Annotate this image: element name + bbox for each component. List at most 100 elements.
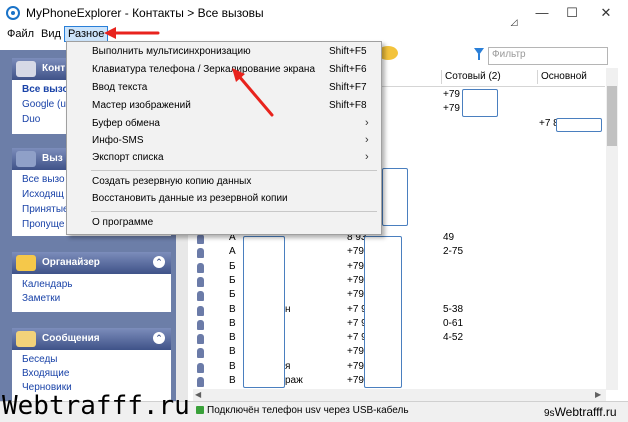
cell-mobile2: 5-38 <box>443 303 464 315</box>
sidebar-item-conversations[interactable]: Беседы <box>22 354 58 365</box>
contact-person-icon <box>197 234 204 244</box>
menu-bar: Файл Вид Разное <box>0 26 628 42</box>
menu-item-image-wizard[interactable]: Мастер изображений Shift+F8 <box>67 98 381 115</box>
filter-icon[interactable] <box>474 48 484 60</box>
scroll-right-icon[interactable]: ▶ <box>595 390 601 399</box>
phone-icon <box>16 151 36 167</box>
contact-person-icon <box>197 276 204 287</box>
cell-name-suffix: раж <box>285 375 303 386</box>
panel-organizer: Органайзер ⌃ Календарь Заметки <box>12 252 171 312</box>
cell-name: В <box>229 360 236 372</box>
cell-mobile2: 0-61 <box>443 317 464 329</box>
contact-person-icon <box>197 377 204 387</box>
sidebar-item-calendar[interactable]: Календарь <box>22 279 72 290</box>
menu-item-label: Ввод текста <box>92 82 148 93</box>
panel-organizer-title: Органайзер <box>42 257 100 268</box>
menu-item-info-sms[interactable]: Инфо-SMS › <box>67 133 381 150</box>
cell-mobile2: 49 <box>443 232 455 243</box>
column-divider <box>441 70 442 84</box>
close-button[interactable]: ✕ <box>592 3 620 23</box>
redaction-box <box>364 236 402 388</box>
menu-item-clipboard[interactable]: Буфер обмена › <box>67 116 381 133</box>
misc-dropdown-menu: Выполнить мультисинхронизацию Shift+F5 К… <box>66 41 382 235</box>
sidebar-item-google[interactable]: Google (u <box>22 99 66 110</box>
menu-item-multisync[interactable]: Выполнить мультисинхронизацию Shift+F5 <box>67 44 381 61</box>
menu-misc[interactable]: Разное <box>64 26 109 42</box>
panel-contacts-title: Конт <box>42 63 66 74</box>
maximize-button[interactable]: ☐ <box>558 3 586 23</box>
menu-item-restore[interactable]: Восстановить данные из резервной копии <box>67 191 381 208</box>
sidebar-item-inbox[interactable]: Входящие <box>22 368 69 379</box>
cell-name: Б <box>229 260 236 272</box>
menu-item-label: Экспорт списка <box>92 152 164 163</box>
menu-item-text-input[interactable]: Ввод текста Shift+F7 <box>67 80 381 97</box>
vertical-scroll-thumb[interactable] <box>607 86 617 146</box>
cell-phone: +79 <box>347 246 364 258</box>
contact-person-icon <box>197 362 204 373</box>
app-logo-icon <box>6 6 20 20</box>
menu-item-label: О программе <box>92 217 154 228</box>
minimize-button[interactable]: — <box>528 3 556 23</box>
menu-item-label: Выполнить мультисинхронизацию <box>92 46 251 57</box>
contact-person-icon <box>197 291 204 302</box>
menu-item-label: Восстановить данные из резервной копии <box>92 193 288 204</box>
menu-separator <box>91 211 377 212</box>
horizontal-scrollbar[interactable]: ◀ ▶ <box>193 389 606 401</box>
menu-item-label: Инфо-SMS <box>92 135 144 146</box>
menu-item-shortcut: Shift+F8 <box>329 100 367 111</box>
contacts-icon <box>16 61 36 77</box>
scroll-left-icon[interactable]: ◀ <box>195 390 201 399</box>
watermark-left: Webtrafff.ru <box>2 391 190 421</box>
panel-messages-header[interactable]: Сообщения ⌃ <box>12 328 171 350</box>
cell-name: Б <box>229 289 236 301</box>
sidebar-item-duo[interactable]: Duo <box>22 114 40 125</box>
cell-name: В <box>229 332 236 344</box>
menu-file[interactable]: Файл <box>4 27 37 41</box>
cell-name: В <box>229 303 236 315</box>
cell-phone: +79 <box>347 360 364 372</box>
cell-name: Б <box>229 274 236 286</box>
collapse-chevron-icon[interactable]: ⌃ <box>153 256 165 268</box>
cell-phone: +79 <box>347 260 364 272</box>
cell-mobile2: 4-52 <box>443 332 464 344</box>
panel-messages-title: Сообщения <box>42 333 100 344</box>
organizer-icon <box>16 255 36 271</box>
panel-calls-title: Выз <box>42 153 63 164</box>
column-divider <box>537 70 538 84</box>
collapse-chevron-icon[interactable]: ⌃ <box>153 332 165 344</box>
menu-item-label: Создать резервную копию данных <box>92 176 252 187</box>
redaction-box <box>556 118 602 132</box>
contact-person-icon <box>197 305 204 316</box>
breadcrumb: Контакты > Все вызовы <box>132 6 264 20</box>
submenu-arrow-icon: › <box>365 117 369 129</box>
menu-item-backup[interactable]: Создать резервную копию данных <box>67 174 381 191</box>
menu-view[interactable]: Вид <box>38 27 64 41</box>
menu-item-shortcut: Shift+F7 <box>329 82 367 93</box>
sidebar-item-all[interactable]: Все вызо <box>22 84 69 95</box>
contact-person-icon <box>197 319 204 330</box>
menu-item-export-list[interactable]: Экспорт списка › <box>67 150 381 167</box>
menu-item-shortcut: Shift+F6 <box>329 64 367 75</box>
app-name: MyPhoneExplorer - <box>26 6 129 20</box>
column-header-mobile2[interactable]: Сотовый (2) <box>445 71 501 82</box>
cell-name: В <box>229 375 236 386</box>
contact-person-icon <box>197 348 204 359</box>
sidebar-item-notes[interactable]: Заметки <box>22 293 60 304</box>
sidebar-item-received[interactable]: Принятые <box>22 204 69 215</box>
cell-name-suffix: н <box>285 303 291 315</box>
redaction-box <box>382 168 408 226</box>
column-header-main[interactable]: Основной <box>541 71 587 82</box>
menu-item-about[interactable]: О программе <box>67 215 381 232</box>
menu-item-phone-keyboard[interactable]: Клавиатура телефона / Зеркалирование экр… <box>67 62 381 79</box>
panel-organizer-header[interactable]: Органайзер ⌃ <box>12 252 171 274</box>
redaction-box <box>243 236 285 388</box>
sidebar-item-outgoing[interactable]: Исходящ <box>22 189 64 200</box>
sidebar-item-missed[interactable]: Пропуще <box>22 219 64 230</box>
window-title: MyPhoneExplorer - Контакты > Все вызовы <box>26 6 264 20</box>
menu-item-label: Буфер обмена <box>92 118 160 129</box>
cell-phone: +79 <box>347 274 364 286</box>
menu-item-label: Клавиатура телефона / Зеркалирование экр… <box>92 64 316 75</box>
sidebar-item-all-calls[interactable]: Все вызо <box>22 174 65 185</box>
watermark-right: Webtrafff.ru <box>554 405 617 419</box>
contact-person-icon <box>197 248 204 259</box>
